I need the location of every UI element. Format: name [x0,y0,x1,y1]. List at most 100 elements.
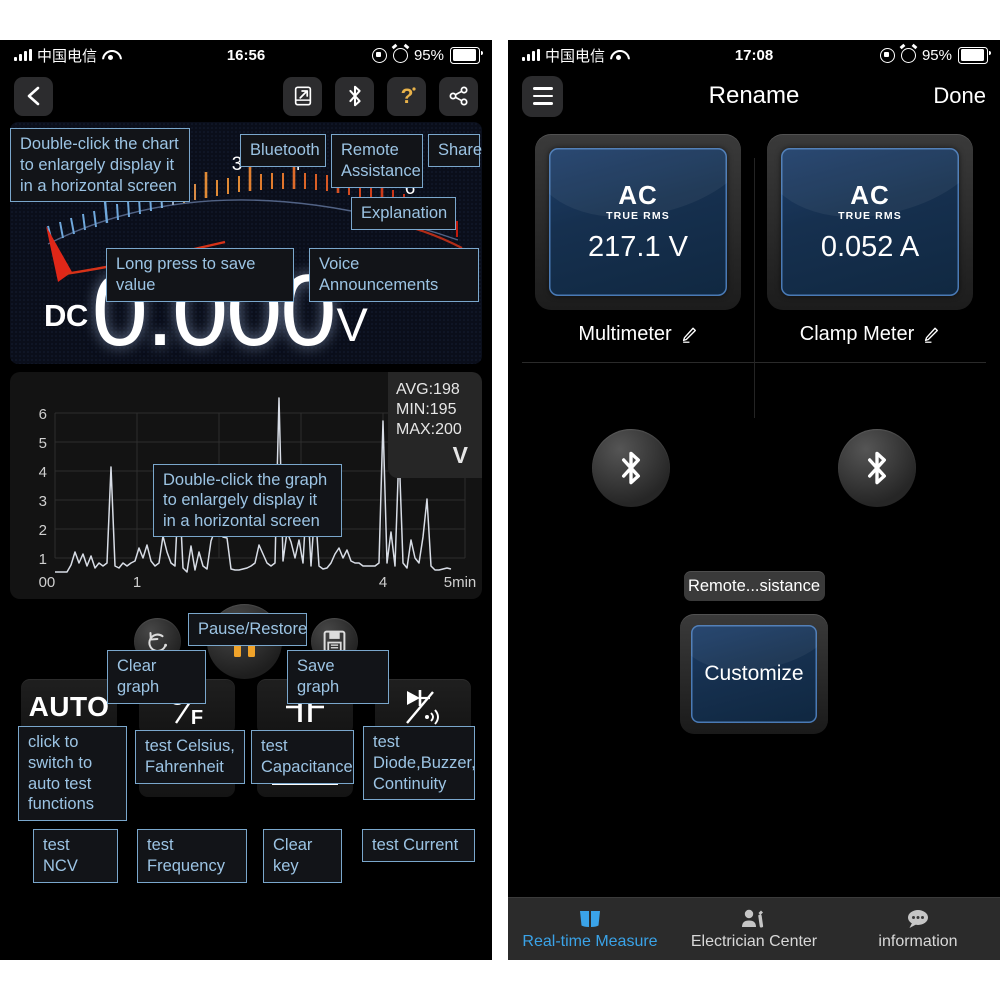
tab-label: Electrician Center [690,932,818,950]
callout-explanation: Explanation [351,197,456,230]
reading-unit: V [336,298,368,351]
stat-unit: V [452,442,468,469]
bluetooth-buttons-row [508,429,1000,507]
callout-diode: test Diode,Buzzer, Continuity [363,726,476,801]
clock-label: 16:56 [226,46,266,64]
svg-text:3: 3 [39,493,47,510]
callout-long-press: Long press to save value [106,248,294,302]
battery-icon [450,46,483,64]
customize-button-face: Customize [691,625,817,723]
graph-x-labels: 0 1 4 5min [47,574,476,591]
reading-mode-label: DC [44,298,88,333]
bluetooth-connect-clamp[interactable] [838,429,916,507]
remote-assistance-tooltip: Remote...sistance [683,571,825,601]
svg-text:?: ? [400,85,413,108]
svg-text:0: 0 [39,574,47,591]
auto-key-label: AUTO [28,691,110,722]
back-button[interactable] [14,76,53,116]
card-name-row[interactable]: Multimeter [535,323,741,346]
help-icon: ? [400,85,416,108]
svg-text:2: 2 [39,522,47,539]
meter-card-clamp[interactable]: AC TRUE RMS 0.052 A Clamp Meter [767,134,973,346]
customize-label: Customize [704,662,804,685]
callout-current: test Current [362,829,475,862]
rotation-lock-icon [371,47,387,63]
card-value: 217.1 V [588,231,688,263]
rotate-expand-button[interactable] [283,76,322,116]
bluetooth-icon [868,451,886,485]
tab-label: information [878,932,958,950]
callout-share: Share [428,134,482,167]
bluetooth-icon [348,85,361,107]
bluetooth-icon [622,451,640,485]
bluetooth-button[interactable] [335,76,374,116]
card-mode-label: AC [618,180,658,210]
callout-auto: click to switch to auto test functions [18,726,127,822]
meter-card-bezel: AC TRUE RMS 217.1 V [535,134,741,310]
meter-card-display: AC TRUE RMS 0.052 A [781,148,959,296]
svg-text:0: 0 [47,574,55,591]
meter-card-bezel: AC TRUE RMS 0.052 A [767,134,973,310]
svg-text:5min: 5min [444,574,477,591]
card-value: 0.052 A [820,231,920,263]
tab-label: Real-time Measure [522,932,658,950]
stat-avg: AVG:198 [396,381,460,398]
tab-electrician-center[interactable]: Electrician Center [672,908,836,951]
stat-max: MAX:200 [396,421,462,439]
stat-min: MIN:195 [396,401,457,419]
alarm-clock-icon [900,47,916,63]
screenshot-root: 中国电信 16:56 95% ? 3 6 DC 0.000 V 6 5 4 3 … [0,0,1000,1000]
share-icon [449,86,468,106]
tab-real-time-measure[interactable]: Real-time Measure [508,908,672,951]
callout-zero: Clear key [263,829,342,883]
card-mode-label: AC [850,180,890,210]
customize-button[interactable]: Customize [680,614,828,734]
card-name-row[interactable]: Clamp Meter [767,323,973,346]
tab-information[interactable]: information [836,908,1000,951]
callout-frequency: test Frequency [137,829,247,883]
callout-ncv: test NCV [33,829,118,883]
menu-button[interactable] [522,75,563,117]
card-sub-label: TRUE RMS [606,210,670,222]
callout-clear-graph: Clear graph [107,650,206,704]
status-bar-right: 中国电信 17:08 95% [508,40,1000,70]
callout-celsius: test Celsius, Fahrenheit [135,730,245,784]
alarm-clock-icon [392,47,408,63]
svg-text:5: 5 [39,435,47,452]
vertical-divider [754,158,755,418]
card-sub-label: TRUE RMS [838,210,902,222]
graph-y-labels: 6 5 4 3 2 1 0 [39,406,47,591]
graph-stats-box: AVG:198 MIN:195 MAX:200 V [388,372,482,479]
meter-card-display: AC TRUE RMS 217.1 V [549,148,727,296]
svg-text:F: F [191,707,203,729]
callout-capacitance: test Capacitance [251,730,354,784]
remote-assistance-button[interactable]: ? [387,76,426,116]
bottom-tab-bar: Real-time Measure Electrician Center inf… [508,897,1000,960]
right-phone-screen: 中国电信 17:08 95% Rename Done AC TRUE RMS 2… [508,40,1000,960]
pencil-icon[interactable] [922,326,940,344]
rotation-lock-icon [879,47,895,63]
svg-text:4: 4 [379,574,387,591]
nav-icon-group: ? [283,76,478,116]
share-button[interactable] [439,76,478,116]
pencil-icon[interactable] [680,326,698,344]
left-phone-screen: 中国电信 16:56 95% ? 3 6 DC 0.000 V 6 5 4 3 … [0,40,492,960]
done-button[interactable]: Done [933,83,986,109]
measure-icon [580,910,600,927]
page-title: Rename [708,82,800,109]
callout-pause: Pause/Restore [188,613,307,646]
callout-chart: Double-click the chart to enlargely disp… [10,128,190,203]
diode-buzzer-icon [406,690,439,725]
callout-voice: Voice Announcements [309,248,479,302]
chevron-left-icon [27,86,39,106]
chat-icon [908,909,928,928]
meter-card-multimeter[interactable]: AC TRUE RMS 217.1 V Multimeter [535,134,741,346]
bluetooth-connect-multimeter[interactable] [592,429,670,507]
card-name-label: Clamp Meter [799,323,915,345]
callout-save-graph: Save graph [287,650,389,704]
status-bar-left: 中国电信 16:56 95% [0,40,492,70]
hamburger-icon-line [532,94,553,98]
callout-bluetooth: Bluetooth [240,134,326,167]
clock-label: 17:08 [734,46,774,64]
svg-text:1: 1 [133,574,141,591]
